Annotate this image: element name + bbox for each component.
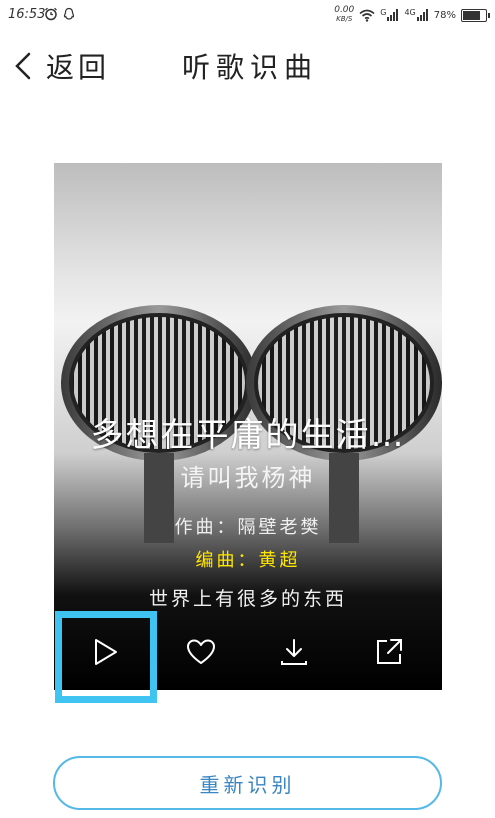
rerecognize-button[interactable]: 重新识别	[53, 756, 442, 810]
network-speed-value: 0.00	[334, 5, 355, 15]
song-arranger: 编曲：黄超	[195, 550, 301, 571]
page-title: 听歌识曲	[182, 51, 319, 84]
status-right-icons: 0.00 KB/S G 4G 78%	[334, 6, 490, 24]
network-speed-unit: KB/S	[336, 15, 353, 23]
back-button[interactable]: 返回	[14, 46, 110, 86]
wifi-icon	[359, 9, 375, 22]
download-icon	[281, 639, 307, 665]
battery-icon	[461, 8, 490, 22]
song-composer: 作曲：隔壁老樊	[174, 517, 322, 538]
share-icon	[377, 639, 402, 664]
signal-icon	[416, 9, 428, 21]
song-title: 多想在平庸的生活…	[90, 415, 406, 454]
heart-icon	[187, 639, 215, 664]
signal-icon	[387, 9, 399, 21]
signal-sim1-label: G	[380, 8, 387, 17]
battery-percent: 78%	[433, 9, 456, 21]
network-speed: 0.00 KB/S	[334, 6, 354, 24]
status-bar: 16:53 0.00 KB/S G 4G 78%	[0, 0, 495, 32]
header: 返回 听歌识曲	[0, 40, 495, 92]
signal-sim2: 4G	[404, 9, 428, 21]
song-lyric: 世界上有很多的东西	[148, 588, 347, 610]
back-arrow-icon	[15, 52, 31, 80]
status-left-icons	[44, 7, 76, 21]
alarm-icon	[45, 7, 57, 21]
song-artist: 请叫我杨神	[180, 464, 316, 492]
qq-icon	[63, 7, 75, 20]
signal-sim2-label: 4G	[404, 8, 416, 17]
download-button[interactable]	[264, 622, 324, 682]
status-time: 16:53	[8, 7, 46, 22]
signal-sim1: G	[380, 9, 399, 21]
favorite-button[interactable]	[171, 622, 231, 682]
share-button[interactable]	[359, 622, 419, 682]
back-label: 返回	[46, 51, 111, 84]
battery-fill	[463, 10, 480, 20]
play-button-highlight	[55, 611, 157, 703]
